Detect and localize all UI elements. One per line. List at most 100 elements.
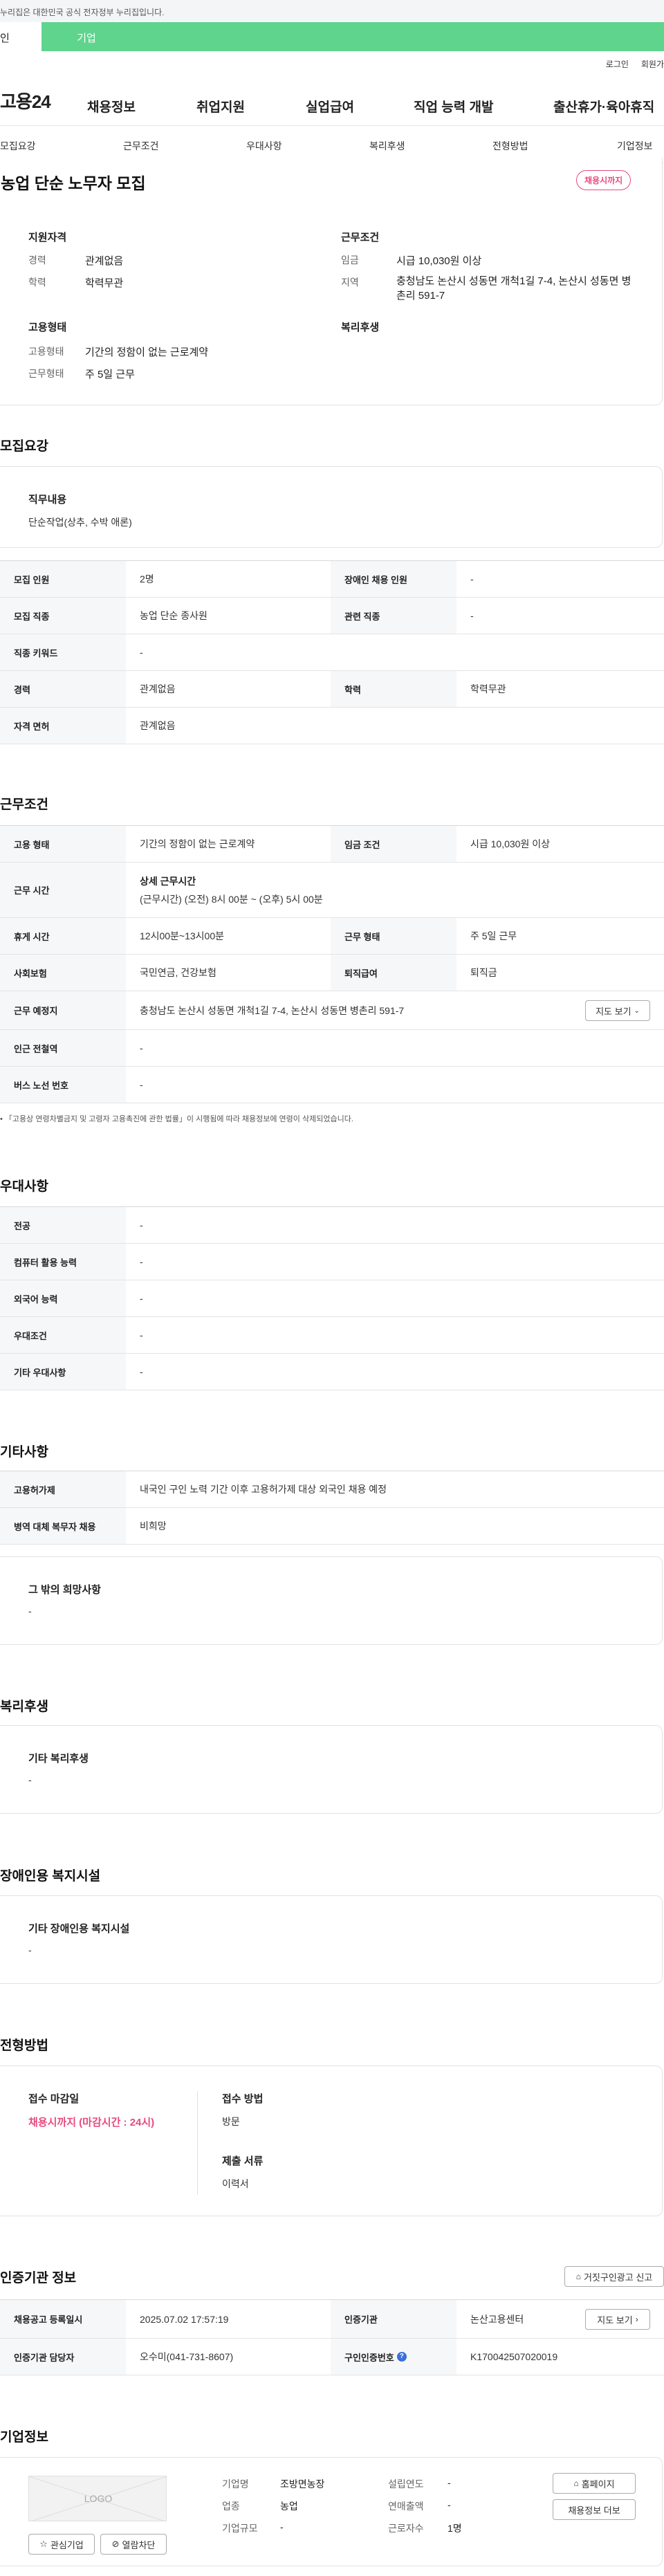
nav-menu-employment-support[interactable]: 취업지원 bbox=[196, 97, 245, 116]
selection-divider bbox=[197, 2091, 198, 2195]
cond-value-region: 충청남도 논산시 성동면 개척1길 7-4, 논산시 성동면 병촌리 591-7 bbox=[396, 275, 631, 302]
favorite-company-button[interactable]: ☆ 관심기업 bbox=[28, 2534, 95, 2555]
table-header: 고용허가제 bbox=[0, 1471, 126, 1507]
table-header: 전공 bbox=[0, 1207, 126, 1243]
company-value-employees: 1명 bbox=[448, 2523, 462, 2534]
work-location-value: 충청남도 논산시 성동면 개척1길 7-4, 논산시 성동면 병촌리 591-7 bbox=[140, 1004, 405, 1016]
subnav-company[interactable]: 기업정보 bbox=[617, 139, 653, 153]
work-map-button[interactable]: 지도 보기 ⌄ bbox=[585, 1000, 650, 1021]
nav-menu-parental-leave[interactable]: 출산휴가·육아휴직 bbox=[553, 97, 654, 116]
deadline-value: 채용시까지 (마감시간 : 24시) bbox=[28, 2117, 155, 2128]
company-logo-placeholder: LOGO bbox=[28, 2476, 167, 2521]
table-row: 인증기관 담당자 오수미(041-731-8607) 구인인증번호 ? K170… bbox=[0, 2339, 664, 2375]
disabled-card-value: - bbox=[28, 1944, 32, 1956]
table-cell: 시급 10,030원 이상 bbox=[470, 838, 550, 849]
table-cell: - bbox=[140, 1293, 143, 1304]
cond-label-region: 지역 bbox=[341, 277, 359, 288]
chevron-right-icon: › bbox=[635, 2315, 638, 2324]
block-view-label: 열람차단 bbox=[122, 2539, 156, 2550]
nav-menu-training[interactable]: 직업 능력 개발 bbox=[414, 97, 493, 116]
table-cell: - bbox=[140, 1220, 143, 1231]
table-row: 병역 대체 복무자 채용 비희망 bbox=[0, 1508, 664, 1545]
global-nav: 고용24 채용정보 취업지원 실업급여 직업 능력 개발 출산휴가·육아휴직 bbox=[0, 76, 664, 126]
table-header: 우대조건 bbox=[0, 1317, 126, 1353]
table-row: 근무 예정지 충청남도 논산시 성동면 개척1길 7-4, 논산시 성동면 병촌… bbox=[0, 991, 664, 1030]
company-logo-text: LOGO bbox=[84, 2493, 113, 2504]
table-cell: - bbox=[140, 1256, 143, 1267]
table-cell: - bbox=[140, 1042, 143, 1054]
agency-table: 채용공고 등록일시 2025.07.02 17:57:19 인증기관 논산고용센… bbox=[0, 2299, 664, 2375]
table-header: 외국어 능력 bbox=[0, 1280, 126, 1316]
table-row: 전공 - bbox=[0, 1207, 664, 1244]
table-row: 인근 전철역 - bbox=[0, 1030, 664, 1067]
table-header: 장애인 채용 인원 bbox=[331, 561, 456, 597]
subnav-work[interactable]: 근무조건 bbox=[123, 139, 159, 153]
block-icon: ⊘ bbox=[111, 2539, 120, 2549]
qual-label-career: 경력 bbox=[28, 255, 46, 266]
cond-value-wage: 시급 10,030원 이상 bbox=[396, 255, 482, 267]
table-row: 우대조건 - bbox=[0, 1317, 664, 1354]
age-law-note: • 「고용상 연령차별금지 및 고령자 고용촉진에 관한 법률」이 시행됨에 따… bbox=[0, 1113, 353, 1124]
bullet-icon: • bbox=[0, 1115, 5, 1123]
agency-map-button[interactable]: 지도 보기 › bbox=[585, 2309, 650, 2330]
table-row: 자격 면허 관계없음 bbox=[0, 708, 664, 744]
company-card: LOGO ☆ 관심기업 ⊘ 열람차단 기업명 조방면농장 업종 농업 기업규모 … bbox=[0, 2457, 663, 2566]
homepage-button[interactable]: ⌂ 홈페이지 bbox=[553, 2473, 636, 2494]
login-link[interactable]: 로그인 bbox=[606, 58, 629, 70]
other-wish-value: - bbox=[28, 1606, 32, 1617]
work-hours-title: 상세 근무시간 bbox=[140, 875, 196, 887]
table-cell: - bbox=[140, 1330, 143, 1341]
agency-section-title: 인증기관 정보 bbox=[0, 2271, 77, 2285]
table-header: 근무 예정지 bbox=[0, 991, 126, 1029]
emp-label-shift: 근무형태 bbox=[28, 368, 64, 379]
job-desc-card: 직무내용 단순작업(상추, 수박 애론) bbox=[0, 466, 663, 548]
tab-corporate[interactable]: 기업 bbox=[42, 22, 131, 51]
qualifications-heading: 지원자격 bbox=[28, 232, 67, 243]
subnav-prefer[interactable]: 우대사항 bbox=[246, 139, 282, 153]
table-cell: 기간의 정함이 없는 근로계약 bbox=[140, 838, 255, 849]
table-header: 인증기관 bbox=[331, 2300, 456, 2338]
agency-map-button-label: 지도 보기 bbox=[597, 2315, 633, 2326]
join-link[interactable]: 회원가 bbox=[641, 58, 664, 70]
company-value-industry: 농업 bbox=[280, 2501, 298, 2512]
report-false-ad-button[interactable]: ⌂ 거짓구인광고 신고 bbox=[564, 2266, 664, 2287]
table-header: 컴퓨터 활용 능력 bbox=[0, 1244, 126, 1280]
table-cell: 국민연금, 건강보험 bbox=[140, 967, 216, 978]
method-label: 접수 방법 bbox=[222, 2093, 264, 2105]
cond-label-wage: 임금 bbox=[341, 255, 359, 266]
company-value-size: - bbox=[280, 2521, 284, 2532]
job-desc-value: 단순작업(상추, 수박 애론) bbox=[28, 517, 132, 528]
homepage-label: 홈페이지 bbox=[581, 2478, 615, 2490]
company-value-name: 조방면농장 bbox=[280, 2478, 325, 2490]
prefer-table: 전공 - 컴퓨터 활용 능력 - 외국어 능력 - 우대조건 - 기타 우대사항… bbox=[0, 1206, 664, 1390]
subnav-welfare[interactable]: 복리후생 bbox=[369, 139, 405, 153]
help-icon[interactable]: ? bbox=[396, 2352, 407, 2362]
block-view-button[interactable]: ⊘ 열람차단 bbox=[100, 2534, 167, 2555]
welfare-card: 기타 복리후생 - bbox=[0, 1725, 663, 1814]
subnav-selection[interactable]: 전형방법 bbox=[492, 139, 528, 153]
subnav-recruit[interactable]: 모집요강 bbox=[0, 139, 36, 153]
nav-menu-unemployment[interactable]: 실업급여 bbox=[306, 97, 354, 116]
company-label-employees: 근로자수 bbox=[388, 2523, 424, 2534]
table-row: 고용 형태 기간의 정함이 없는 근로계약 임금 조건 시급 10,030원 이… bbox=[0, 826, 664, 863]
deadline-label: 접수 마감일 bbox=[28, 2093, 80, 2105]
nav-menu-jobs[interactable]: 채용정보 bbox=[87, 97, 136, 116]
tab-person[interactable]: 인 bbox=[0, 22, 42, 51]
site-logo[interactable]: 고용24 bbox=[0, 88, 82, 113]
table-header: 임금 조건 bbox=[331, 826, 456, 862]
table-row: 버스 노선 번호 - bbox=[0, 1067, 664, 1103]
table-cell: - bbox=[470, 573, 474, 585]
age-law-note-text: 「고용상 연령차별금지 및 고령자 고용촉진에 관한 법률」이 시행됨에 따라 … bbox=[4, 1115, 353, 1123]
more-jobs-button[interactable]: 채용정보 더보 bbox=[553, 2499, 636, 2520]
table-cell: 비희망 bbox=[140, 1520, 167, 1531]
table-header: 휴게 시간 bbox=[0, 918, 126, 954]
work-section-title: 근무조건 bbox=[0, 798, 48, 812]
company-label-name: 기업명 bbox=[222, 2478, 249, 2490]
table-header: 퇴직급여 bbox=[331, 955, 456, 991]
job-title: 농업 단순 노무자 모집 bbox=[1, 174, 146, 192]
user-type-tabs: 인 기업 bbox=[0, 22, 664, 51]
table-row: 채용공고 등록일시 2025.07.02 17:57:19 인증기관 논산고용센… bbox=[0, 2300, 664, 2339]
company-label-industry: 업종 bbox=[222, 2501, 240, 2512]
table-cell: 농업 단순 종사원 bbox=[140, 610, 208, 621]
table-header: 직종 키워드 bbox=[0, 634, 126, 670]
